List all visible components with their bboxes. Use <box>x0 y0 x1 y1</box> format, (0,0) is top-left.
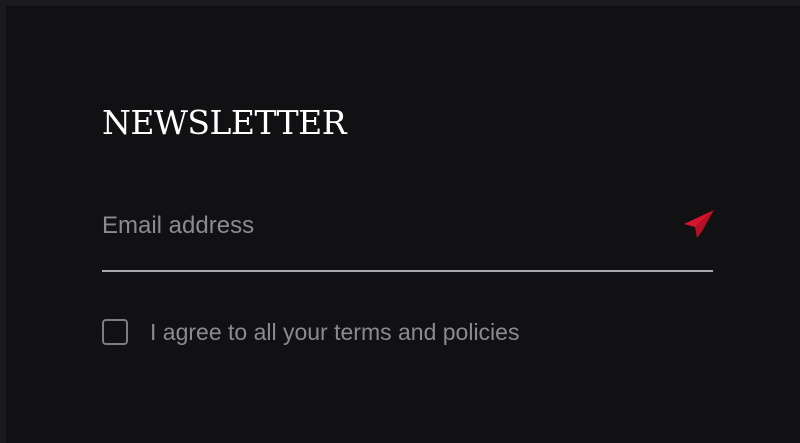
newsletter-title: NEWSLETTER <box>102 103 347 142</box>
newsletter-panel: NEWSLETTER I agree to all your terms and… <box>6 6 800 443</box>
paper-plane-icon <box>684 210 714 238</box>
email-input[interactable] <box>102 206 662 246</box>
terms-agreement: I agree to all your terms and policies <box>102 314 519 350</box>
email-field-row <box>102 202 714 272</box>
terms-checkbox[interactable] <box>102 319 128 345</box>
subscribe-button[interactable] <box>677 202 721 246</box>
terms-label: I agree to all your terms and policies <box>150 318 520 345</box>
